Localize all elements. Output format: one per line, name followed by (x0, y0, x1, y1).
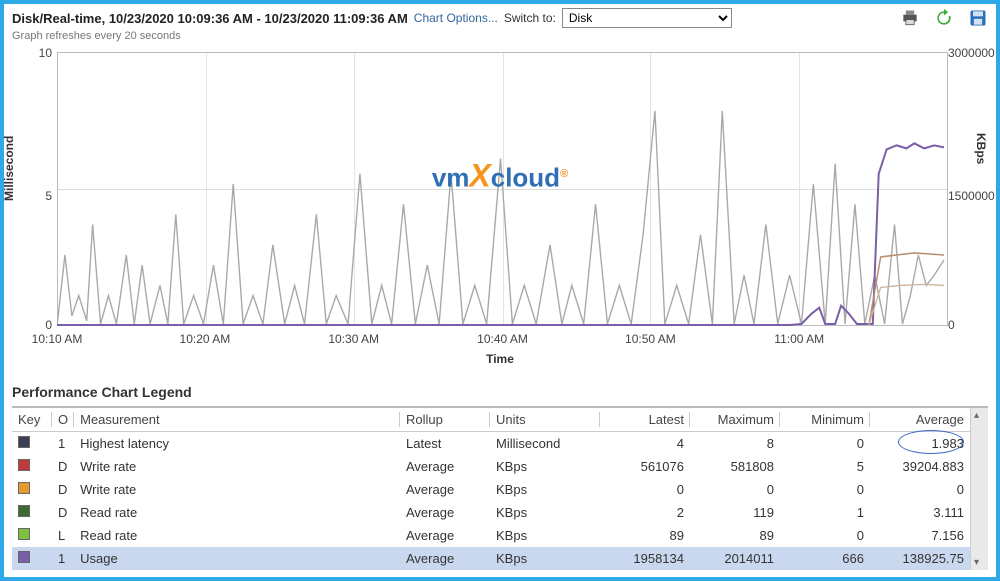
cell-minimum: 5 (780, 455, 870, 478)
cell-maximum: 119 (690, 501, 780, 524)
cell-units: KBps (490, 547, 600, 570)
xtick: 10:10 AM (32, 332, 83, 346)
cell-measurement: Write rate (74, 455, 400, 478)
cell-rollup: Average (400, 524, 490, 547)
col-latest[interactable]: Latest (600, 408, 690, 432)
legend-title: Performance Chart Legend (12, 384, 988, 400)
table-row[interactable]: LRead rateAverageKBps898907.156 (12, 524, 970, 547)
cell-rollup: Latest (400, 432, 490, 456)
cell-latest: 89 (600, 524, 690, 547)
cell-units: KBps (490, 501, 600, 524)
col-minimum[interactable]: Minimum (780, 408, 870, 432)
cell-latest: 0 (600, 478, 690, 501)
cell-average: 3.111 (870, 501, 970, 524)
table-row[interactable]: 1UsageAverageKBps19581342014011666138925… (12, 547, 970, 570)
ytick-right: 1500000 (948, 189, 988, 203)
cell-measurement: Usage (74, 547, 400, 570)
table-row[interactable]: DRead rateAverageKBps211913.111 (12, 501, 970, 524)
cell-maximum: 2014011 (690, 547, 780, 570)
cell-minimum: 0 (780, 524, 870, 547)
col-measurement[interactable]: Measurement (74, 408, 400, 432)
cell-maximum: 89 (690, 524, 780, 547)
col-key[interactable]: Key (12, 408, 52, 432)
xtick: 10:30 AM (328, 332, 379, 346)
cell-latest: 1958134 (600, 547, 690, 570)
col-object[interactable]: O (52, 408, 74, 432)
cell-average: 39204.883 (870, 455, 970, 478)
cell-units: KBps (490, 455, 600, 478)
cell-latest: 4 (600, 432, 690, 456)
performance-chart: Millisecond KBps 10 5 0 3000000 1500000 … (12, 46, 988, 356)
col-average[interactable]: Average (870, 408, 970, 432)
ytick-left: 10 (12, 46, 52, 60)
highlight-circle (898, 430, 964, 454)
cell-measurement: Read rate (74, 524, 400, 547)
table-row[interactable]: 1Highest latencyLatestMillisecond4801.98… (12, 432, 970, 456)
cell-units: KBps (490, 524, 600, 547)
ytick-left: 0 (12, 318, 52, 332)
cell-average: 0 (870, 478, 970, 501)
printer-icon[interactable] (900, 8, 920, 28)
table-row[interactable]: DWrite rateAverageKBps0000 (12, 478, 970, 501)
cell-object: D (52, 455, 74, 478)
cell-object: L (52, 524, 74, 547)
chart-title: Disk/Real-time, 10/23/2020 10:09:36 AM -… (12, 11, 408, 26)
y-axis-right-label: KBps (974, 133, 988, 164)
cell-latest: 2 (600, 501, 690, 524)
cell-maximum: 0 (690, 478, 780, 501)
cell-latest: 561076 (600, 455, 690, 478)
color-swatch (18, 551, 30, 563)
ytick-right: 3000000 (948, 46, 988, 60)
refresh-note: Graph refreshes every 20 seconds (12, 30, 988, 42)
color-swatch (18, 528, 30, 540)
cell-units: Millisecond (490, 432, 600, 456)
cell-minimum: 0 (780, 478, 870, 501)
cell-object: D (52, 478, 74, 501)
color-swatch (18, 436, 30, 448)
cell-object: 1 (52, 547, 74, 570)
save-icon[interactable] (968, 8, 988, 28)
refresh-icon[interactable] (934, 8, 954, 28)
legend-scrollbar[interactable]: ▴ ▾ (970, 408, 988, 570)
col-maximum[interactable]: Maximum (690, 408, 780, 432)
cell-rollup: Average (400, 501, 490, 524)
cell-maximum: 8 (690, 432, 780, 456)
cell-average: 138925.75 (870, 547, 970, 570)
cell-average: 1.983 (870, 432, 970, 456)
cell-measurement: Read rate (74, 501, 400, 524)
cell-minimum: 666 (780, 547, 870, 570)
switch-to-label: Switch to: (504, 11, 556, 25)
xtick: 10:50 AM (625, 332, 676, 346)
cell-object: 1 (52, 432, 74, 456)
ytick-right: 0 (948, 318, 988, 332)
cell-measurement: Highest latency (74, 432, 400, 456)
table-row[interactable]: DWrite rateAverageKBps561076581808539204… (12, 455, 970, 478)
xtick: 10:20 AM (180, 332, 231, 346)
watermark-logo: vmXcloud® (432, 158, 568, 195)
cell-minimum: 0 (780, 432, 870, 456)
header-bar: Disk/Real-time, 10/23/2020 10:09:36 AM -… (12, 8, 988, 28)
color-swatch (18, 482, 30, 494)
legend-header-row[interactable]: Key O Measurement Rollup Units Latest Ma… (12, 408, 970, 432)
xtick: 11:00 AM (774, 332, 824, 346)
cell-rollup: Average (400, 478, 490, 501)
cell-minimum: 1 (780, 501, 870, 524)
switch-to-select[interactable]: Disk (562, 8, 732, 28)
color-swatch (18, 505, 30, 517)
col-rollup[interactable]: Rollup (400, 408, 490, 432)
cell-rollup: Average (400, 455, 490, 478)
xtick: 10:40 AM (477, 332, 528, 346)
col-units[interactable]: Units (490, 408, 600, 432)
cell-units: KBps (490, 478, 600, 501)
ytick-left: 5 (12, 189, 52, 203)
cell-measurement: Write rate (74, 478, 400, 501)
cell-rollup: Average (400, 547, 490, 570)
legend-table: Key O Measurement Rollup Units Latest Ma… (12, 408, 970, 570)
chart-options-link[interactable]: Chart Options... (414, 11, 498, 25)
color-swatch (18, 459, 30, 471)
cell-maximum: 581808 (690, 455, 780, 478)
cell-average: 7.156 (870, 524, 970, 547)
cell-object: D (52, 501, 74, 524)
